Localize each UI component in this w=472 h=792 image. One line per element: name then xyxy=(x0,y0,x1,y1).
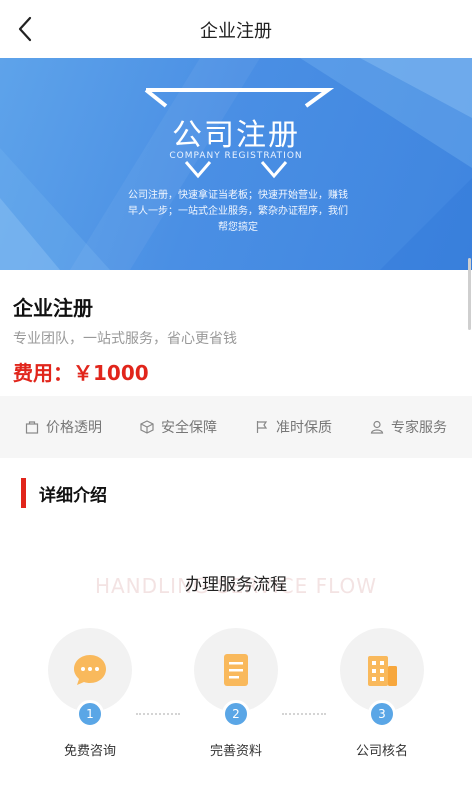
cube-icon xyxy=(140,420,154,434)
feature-label: 安全保障 xyxy=(161,420,217,436)
step-circle: 1 xyxy=(48,628,132,728)
bag-icon xyxy=(25,421,39,434)
chat-bubble-icon xyxy=(74,655,106,685)
step-label: 完善资料 xyxy=(209,744,262,759)
banner-title: 公司注册 xyxy=(172,118,300,153)
building-icon xyxy=(368,656,397,686)
step-number: 3 xyxy=(368,700,396,728)
hero-banner: 公司注册 COMPANY REGISTRATION 公司注册，快速拿证当老板；快… xyxy=(0,58,472,270)
top-bar: 企业注册 xyxy=(0,0,472,58)
feature-item: 价格透明 xyxy=(25,417,102,437)
person-icon xyxy=(370,420,384,434)
process-step-name-check: 3 公司核名 xyxy=(337,628,427,759)
process-step-consult: 1 免费咨询 xyxy=(45,628,135,759)
step-circle: 2 xyxy=(194,628,278,728)
feature-strip: 价格透明 安全保障 准时保质 专家服务 xyxy=(0,396,472,458)
step-connector xyxy=(136,713,180,715)
scrollbar[interactable] xyxy=(468,258,471,330)
flag-icon xyxy=(256,421,268,433)
feature-label: 准时保质 xyxy=(276,420,332,436)
step-number: 2 xyxy=(222,700,250,728)
banner-frame xyxy=(144,88,335,179)
feature-label: 价格透明 xyxy=(46,420,102,436)
feature-item: 专家服务 xyxy=(370,417,447,437)
product-price: 费用：￥1000 xyxy=(13,361,149,385)
section-marker xyxy=(21,478,26,508)
product-slogan: 专业团队，一站式服务，省心更省钱 xyxy=(13,331,237,347)
feature-item: 准时保质 xyxy=(255,417,332,437)
banner-description: 公司注册，快速拿证当老板；快速开始营业，赚钱早人一步；一站式企业服务，繁杂办证程… xyxy=(128,190,348,233)
step-connector xyxy=(282,713,326,715)
feature-label: 专家服务 xyxy=(391,420,447,436)
section-header: 详细介绍 xyxy=(21,478,107,508)
banner-subtitle: COMPANY REGISTRATION xyxy=(169,151,303,161)
step-label: 免费咨询 xyxy=(63,744,116,759)
feature-item: 安全保障 xyxy=(140,417,217,437)
flow-title: 办理服务流程 xyxy=(185,575,287,595)
document-icon xyxy=(224,654,248,686)
section-title: 详细介绍 xyxy=(39,485,107,506)
process-step-documents: 2 完善资料 xyxy=(191,628,281,759)
step-circle: 3 xyxy=(340,628,424,728)
step-number: 1 xyxy=(76,700,104,728)
page-title: 企业注册 xyxy=(200,21,272,42)
product-name: 企业注册 xyxy=(13,296,93,320)
step-label: 公司核名 xyxy=(355,744,408,759)
